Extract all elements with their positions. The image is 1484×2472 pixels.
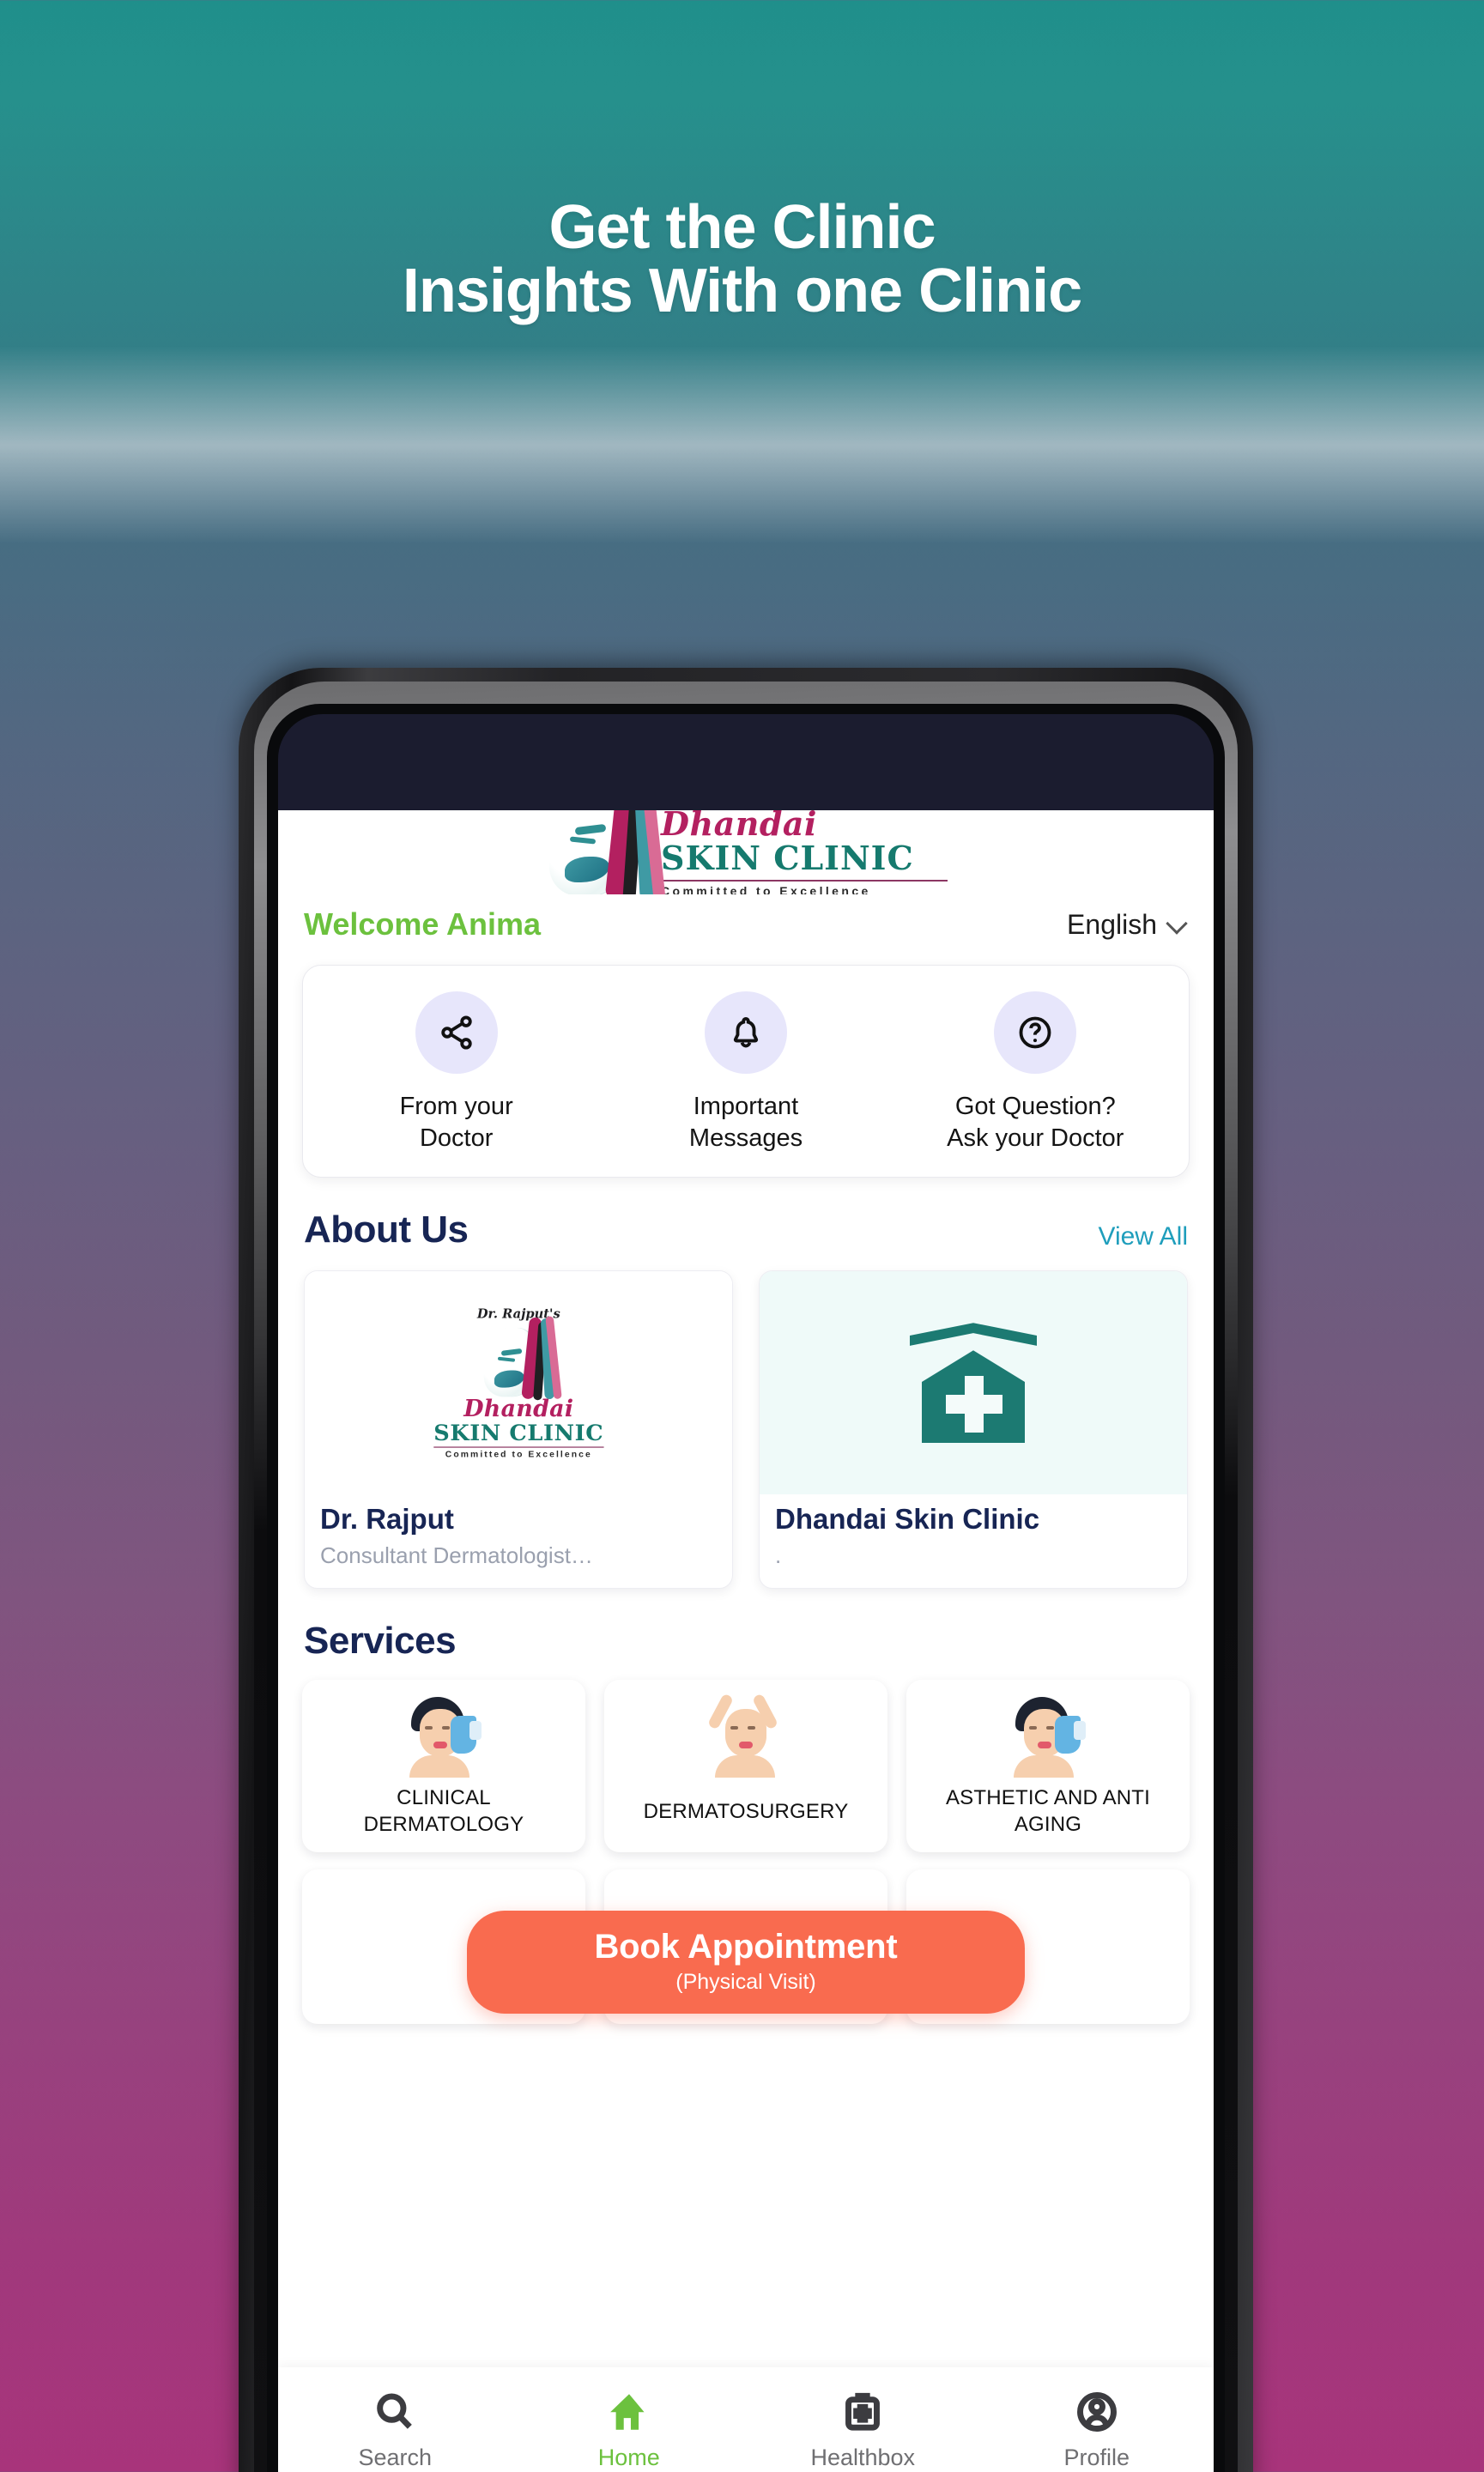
service-card-asthetic-anti-aging[interactable]: ASTHETIC AND ANTI AGING — [906, 1680, 1190, 1852]
quick-action-label-line1: Got Question? — [954, 1093, 1116, 1120]
tab-search[interactable]: Search — [278, 2381, 512, 2471]
book-appointment-sublabel: (Physical Visit) — [675, 1969, 816, 1994]
phone-screen: Dhandai SKIN CLINIC Committed to Excelle… — [278, 714, 1214, 2472]
quick-actions-card: From your Doctor Important Messages Got … — [302, 965, 1190, 1178]
about-card-name: Dhandai Skin Clinic — [775, 1503, 1040, 1536]
face-treatment-icon — [913, 1695, 1183, 1778]
quick-action-ask-your-doctor[interactable]: Got Question? Ask your Doctor — [891, 991, 1180, 1154]
book-appointment-container: Book Appointment (Physical Visit) — [278, 1910, 1214, 2014]
service-label-line1: DERMATOSURGERY — [643, 1800, 849, 1824]
face-treatment-icon — [309, 1695, 578, 1778]
about-card-subtitle: . — [775, 1542, 782, 1569]
promo-headline-line1: Get the Clinic — [548, 193, 936, 262]
welcome-row: Welcome Anima English — [278, 894, 1214, 948]
profile-icon — [980, 2381, 1214, 2443]
about-card-subtitle: Consultant Dermatologist… — [320, 1542, 593, 1569]
dermatosurgery-icon — [611, 1693, 881, 1778]
about-view-all-link[interactable]: View All — [1098, 1222, 1188, 1251]
services-section-header: Services — [278, 1589, 1214, 1663]
quick-action-label-line1: From your — [399, 1093, 513, 1120]
phone-mockup-frame: Dhandai SKIN CLINIC Committed to Excelle… — [239, 668, 1253, 2472]
about-card-name: Dr. Rajput — [320, 1503, 454, 1536]
service-label-line2: DERMATOLOGY — [363, 1813, 524, 1837]
service-card-clinical-dermatology[interactable]: CLINICAL DERMATOLOGY — [302, 1680, 585, 1852]
share-icon — [415, 991, 498, 1074]
promo-headline-line2: Insights With one Clinic — [402, 257, 1082, 326]
book-appointment-button[interactable]: Book Appointment (Physical Visit) — [467, 1910, 1025, 2014]
clinic-logo-name: SKIN CLINIC — [661, 839, 914, 878]
tab-home[interactable]: Home — [512, 2381, 747, 2471]
language-selector[interactable]: English — [1067, 909, 1188, 941]
services-row: CLINICAL DERMATOLOGY DERMATOSURGERY ASTH… — [278, 1663, 1214, 1852]
language-selector-label: English — [1067, 908, 1157, 940]
quick-action-label-line1: Important — [693, 1093, 799, 1120]
home-icon — [512, 2381, 747, 2443]
phone-bezel-inner: Dhandai SKIN CLINIC Committed to Excelle… — [267, 704, 1225, 2472]
healthbox-icon — [746, 2381, 980, 2443]
welcome-greeting: Welcome Anima — [304, 906, 542, 942]
clinic-logo-mark-icon — [544, 810, 666, 894]
bell-icon — [704, 991, 787, 1074]
clinic-logo: Dhandai SKIN CLINIC Committed to Excelle… — [544, 810, 948, 894]
service-label-line1: ASTHETIC AND ANTI — [945, 1786, 1151, 1810]
book-appointment-label: Book Appointment — [594, 1927, 898, 1966]
search-icon — [278, 2381, 512, 2443]
bottom-tab-bar: Search Home Healthbox Profile — [278, 2367, 1214, 2472]
clinic-logo-rule — [661, 880, 948, 882]
quick-action-label-line2: Ask your Doctor — [947, 1124, 1124, 1153]
quick-action-from-your-doctor[interactable]: From your Doctor — [312, 991, 601, 1154]
quick-action-label-line2: Messages — [688, 1124, 803, 1153]
services-section-title: Services — [304, 1620, 457, 1663]
about-section-title: About Us — [304, 1209, 469, 1251]
about-card-clinic[interactable]: Dhandai Skin Clinic . — [759, 1270, 1188, 1590]
quick-action-important-messages[interactable]: Important Messages — [601, 991, 890, 1154]
about-cards-row: Dr. Rajput's Dhandai SKIN CLINIC Committ… — [278, 1251, 1214, 1590]
tab-healthbox[interactable]: Healthbox — [746, 2381, 980, 2471]
clinic-logo-tagline: Committed to Excellence — [661, 884, 871, 894]
hospital-building-icon — [760, 1271, 1187, 1495]
tab-label: Profile — [1063, 2445, 1130, 2470]
chevron-down-icon — [1166, 913, 1188, 936]
service-card-dermatosurgery[interactable]: DERMATOSURGERY — [604, 1680, 887, 1852]
promo-headline: Get the Clinic Insights With one Clinic — [0, 196, 1484, 323]
clinic-logo-image: Dr. Rajput's Dhandai SKIN CLINIC Committ… — [305, 1271, 732, 1495]
tab-profile[interactable]: Profile — [980, 2381, 1214, 2471]
service-label-line2: AGING — [1014, 1813, 1082, 1837]
tab-label: Home — [597, 2445, 660, 2470]
clinic-logo-script: Dhandai — [661, 810, 817, 844]
about-card-doctor[interactable]: Dr. Rajput's Dhandai SKIN CLINIC Committ… — [304, 1270, 733, 1590]
service-label-line1: CLINICAL — [397, 1786, 491, 1810]
tab-label: Search — [358, 2445, 433, 2470]
quick-action-label-line2: Doctor — [419, 1124, 494, 1153]
clinic-logo-header: Dhandai SKIN CLINIC Committed to Excelle… — [278, 810, 1214, 894]
about-section-header: About Us View All — [278, 1178, 1214, 1251]
tab-label: Healthbox — [810, 2445, 916, 2470]
phone-bezel-mid: Dhandai SKIN CLINIC Committed to Excelle… — [254, 682, 1238, 2472]
question-mark-circle-icon — [994, 991, 1077, 1074]
app-viewport: Dhandai SKIN CLINIC Committed to Excelle… — [278, 810, 1214, 2472]
